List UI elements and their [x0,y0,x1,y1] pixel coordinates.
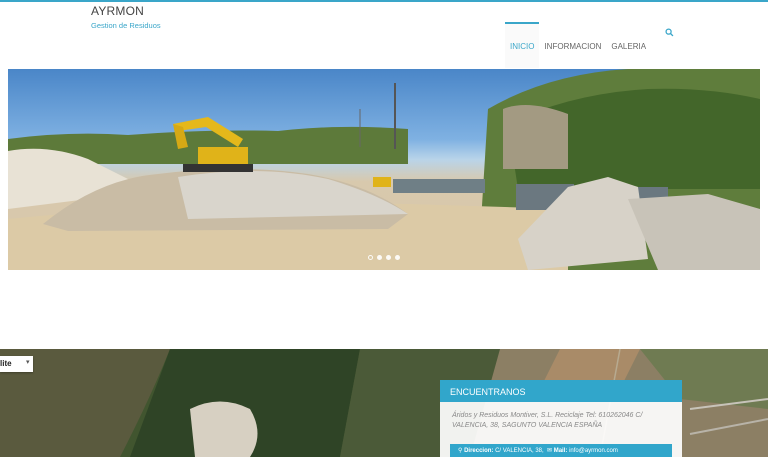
nav-item-inicio[interactable]: INICIO [505,22,540,68]
map-type-select[interactable]: lite ▾ [0,356,33,372]
main-nav: INICIO INFORMACION GALERIA [505,22,651,68]
mail-value[interactable]: info@ayrmon.com [569,448,618,454]
slider-dot[interactable] [386,255,391,260]
hero-slider[interactable] [8,69,760,270]
nav-item-galeria[interactable]: GALERIA [606,22,651,68]
contact-heading: ENCUENTRANOS [440,380,682,402]
mail-label: Mail: [553,448,568,454]
mail-icon: ✉ [545,448,553,454]
nav-item-informacion[interactable]: INFORMACION [539,22,606,68]
site-subtitle: Gestion de Residuos [91,21,161,30]
chevron-down-icon: ▾ [26,359,30,366]
map-pin-icon: ⚲ [458,448,463,454]
contact-card: ENCUENTRANOS Áridos y Residuos Montiver,… [440,380,682,457]
search-icon[interactable] [665,28,674,37]
contact-info-bar: ⚲ Direccion: C/ VALENCIA, 38, ✉ Mail: in… [450,444,672,457]
contact-description: Áridos y Residuos Montiver, S.L. Recicla… [452,412,643,429]
slider-dots [368,255,400,260]
hero-slide-image [8,69,760,270]
top-accent-line [0,0,768,2]
brand[interactable]: AYRMON Gestion de Residuos [91,4,161,30]
map-type-label: lite [0,359,12,368]
address-label: Direccion: [464,448,494,454]
site-title[interactable]: AYRMON [91,4,161,18]
slider-dot[interactable] [395,255,400,260]
address-value: C/ VALENCIA, 38, [495,448,544,454]
slider-dot[interactable] [377,255,382,260]
slider-dot[interactable] [368,255,373,260]
